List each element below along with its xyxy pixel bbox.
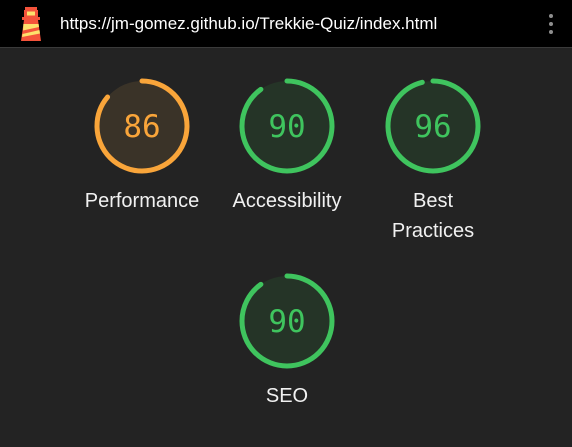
gauge-label-best-practices: Best Practices	[391, 190, 475, 242]
score-accessibility: 90	[268, 109, 305, 145]
gauge-label-seo: SEO	[265, 385, 309, 407]
page-url[interactable]: https://jm-gomez.github.io/Trekkie-Quiz/…	[60, 0, 437, 48]
browser-topbar: https://jm-gomez.github.io/Trekkie-Quiz/…	[0, 0, 572, 48]
gauge-ring-accessibility: 90	[239, 78, 335, 174]
gauge-accessibility[interactable]: 90 Accessibility	[212, 78, 362, 216]
kebab-menu-icon[interactable]	[540, 12, 562, 38]
score-performance: 86	[123, 109, 160, 145]
gauge-ring-seo: 90	[239, 273, 335, 369]
gauge-ring-performance: 86	[94, 78, 190, 174]
score-seo: 90	[268, 304, 305, 340]
lighthouse-icon	[21, 7, 41, 41]
gauge-label-performance: Performance	[84, 190, 200, 212]
gauge-label-accessibility: Accessibility	[232, 190, 342, 212]
gauge-ring-best-practices: 96	[385, 78, 481, 174]
gauge-performance[interactable]: 86 Performance	[67, 78, 217, 216]
gauge-seo[interactable]: 90 SEO	[212, 273, 362, 411]
score-best-practices: 96	[414, 109, 451, 145]
gauge-best-practices[interactable]: 96 Best Practices	[358, 78, 508, 246]
